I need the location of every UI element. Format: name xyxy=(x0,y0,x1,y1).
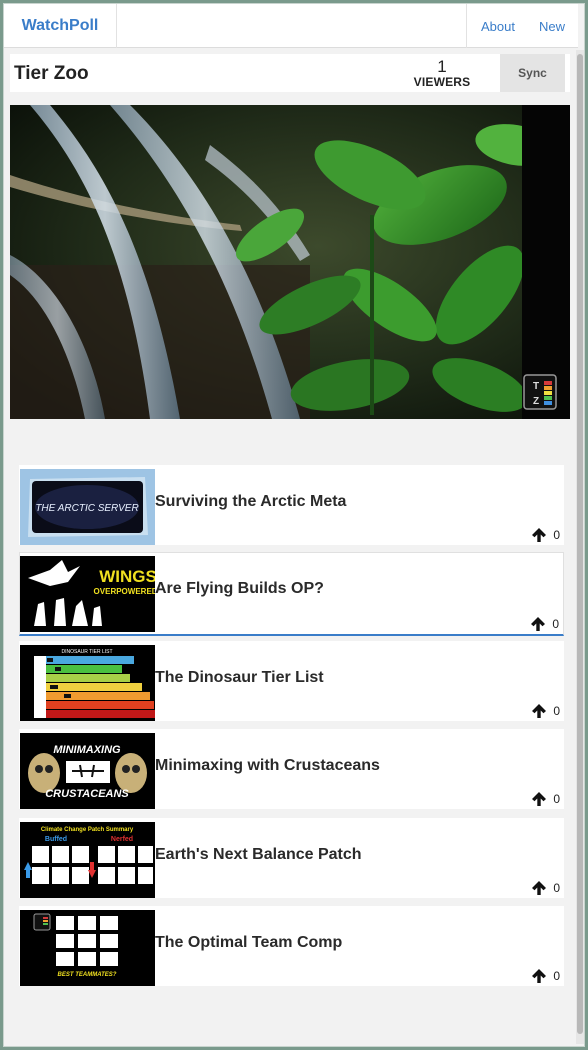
video-player[interactable]: T Z xyxy=(10,105,570,419)
vote-control: 0 xyxy=(529,525,560,545)
vote-control: 0 xyxy=(529,789,560,809)
upvote-arrow-icon[interactable] xyxy=(528,614,548,634)
thumb-text-buffed: Buffed xyxy=(45,836,67,843)
vote-control: 0 xyxy=(529,966,560,986)
vote-control: 0 xyxy=(528,614,559,634)
thumb-text: DINOSAUR TIER LIST xyxy=(61,649,112,655)
tier-zoo-logo-icon: T Z xyxy=(523,374,557,410)
scrollbar[interactable] xyxy=(576,50,584,1044)
thumb-text-overpowered: OVERPOWERED? xyxy=(94,587,155,596)
thumb-text-patch-summary: Climate Change Patch Summary xyxy=(41,827,134,833)
video-card-crustaceans[interactable]: MINIMAXING CRUSTACEANS Minimaxing with C… xyxy=(19,729,564,809)
video-thumbnail: WINGS OVERPOWERED? xyxy=(20,555,155,632)
room-title: Tier Zoo xyxy=(14,63,89,84)
upvote-arrow-icon[interactable] xyxy=(529,525,549,545)
vote-count: 0 xyxy=(553,792,560,806)
video-thumbnail: BEST TEAMMATES? xyxy=(20,910,155,986)
vote-count: 0 xyxy=(553,703,560,718)
thumb-text-wings: WINGS xyxy=(99,567,155,586)
video-thumbnail: DINOSAUR TIER LIST xyxy=(20,644,155,721)
nav-link-new[interactable]: New xyxy=(529,4,565,48)
video-title: Minimaxing with Crustaceans xyxy=(155,757,380,774)
vote-count: 0 xyxy=(553,528,560,542)
upvote-arrow-icon[interactable] xyxy=(529,701,549,721)
svg-text:Z: Z xyxy=(533,396,539,407)
thumb-text: THE ARCTIC SERVER xyxy=(35,503,138,514)
video-card-balance-patch[interactable]: Climate Change Patch Summary Buffed Nerf… xyxy=(19,817,564,898)
upvote-arrow-icon[interactable] xyxy=(529,789,549,809)
thumb-text-minimaxing: MINIMAXING xyxy=(53,744,121,756)
nav-links: About New xyxy=(466,4,565,48)
video-frame: T Z xyxy=(10,105,570,419)
sync-button[interactable]: Sync xyxy=(500,54,565,92)
thumb-text-crustaceans: CRUSTACEANS xyxy=(45,788,129,800)
svg-text:T: T xyxy=(533,381,539,392)
video-title: The Dinosaur Tier List xyxy=(155,668,324,686)
video-card-team-comp[interactable]: BEST TEAMMATES? The Optimal Team Comp 0 xyxy=(19,906,564,986)
video-title: Surviving the Arctic Meta xyxy=(155,493,347,510)
vote-count: 0 xyxy=(553,880,560,895)
video-title: Earth's Next Balance Patch xyxy=(155,845,362,863)
video-card-flying[interactable]: WINGS OVERPOWERED? Are Flying Builds OP?… xyxy=(19,551,564,636)
video-title: Are Flying Builds OP? xyxy=(155,579,324,597)
brand-link[interactable]: WatchPoll xyxy=(4,4,117,48)
video-thumbnail: THE ARCTIC SERVER xyxy=(20,469,155,545)
thumb-text-nerfed: Nerfed xyxy=(111,836,133,843)
viewer-label: VIEWERS xyxy=(413,75,471,89)
room-header: Tier Zoo 1 VIEWERS Sync xyxy=(10,54,570,92)
vote-control: 0 xyxy=(529,878,560,898)
video-title: The Optimal Team Comp xyxy=(155,934,343,951)
vote-control: 0 xyxy=(529,701,560,721)
viewer-counter: 1 VIEWERS xyxy=(402,58,482,89)
upvote-arrow-icon[interactable] xyxy=(529,878,549,898)
vote-count: 0 xyxy=(552,616,559,631)
video-playlist: THE ARCTIC SERVER Surviving the Arctic M… xyxy=(19,465,565,995)
video-card-dinosaur[interactable]: DINOSAUR TIER LIST The Dinosaur Tier Lis… xyxy=(19,640,564,721)
video-card-arctic[interactable]: THE ARCTIC SERVER Surviving the Arctic M… xyxy=(19,465,564,545)
upvote-arrow-icon[interactable] xyxy=(529,966,549,986)
scrollbar-thumb[interactable] xyxy=(577,54,583,1034)
viewer-count: 1 xyxy=(437,57,447,76)
video-thumbnail: Climate Change Patch Summary Buffed Nerf… xyxy=(20,821,155,898)
video-thumbnail: MINIMAXING CRUSTACEANS xyxy=(20,733,155,809)
navbar: WatchPoll About New xyxy=(4,4,578,48)
nav-link-about[interactable]: About xyxy=(467,4,529,48)
vote-count: 0 xyxy=(553,969,560,983)
thumb-text: BEST TEAMMATES? xyxy=(58,972,117,978)
app-frame: WatchPoll About New Tier Zoo 1 VIEWERS S… xyxy=(3,3,585,1047)
